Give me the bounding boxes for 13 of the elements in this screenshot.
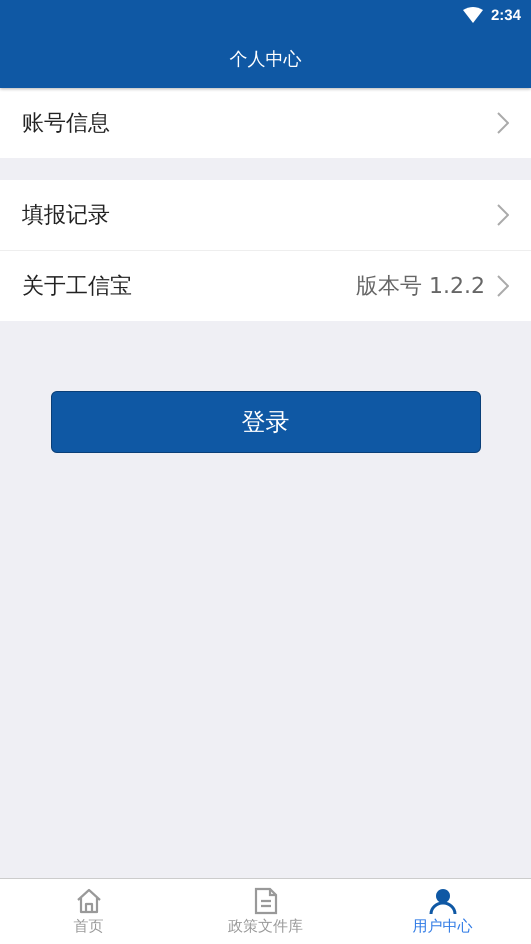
home-icon	[74, 887, 102, 915]
user-icon	[428, 887, 456, 915]
menu-row[interactable]: 关于工信宝 版本号 1.2.2	[0, 250, 531, 321]
nav-tab[interactable]: 用户中心	[354, 879, 531, 944]
login-button[interactable]: 登录	[50, 391, 480, 453]
chevron-icon	[497, 275, 509, 297]
status-time: 2:34	[490, 6, 521, 24]
wifi-icon	[462, 7, 483, 23]
chevron-icon	[497, 204, 509, 226]
menu-row[interactable]: 账号信息	[0, 88, 531, 158]
chevron-icon	[497, 112, 509, 134]
page-title: 个人中心	[230, 48, 302, 71]
menu-row[interactable]: 填报记录	[0, 180, 531, 250]
